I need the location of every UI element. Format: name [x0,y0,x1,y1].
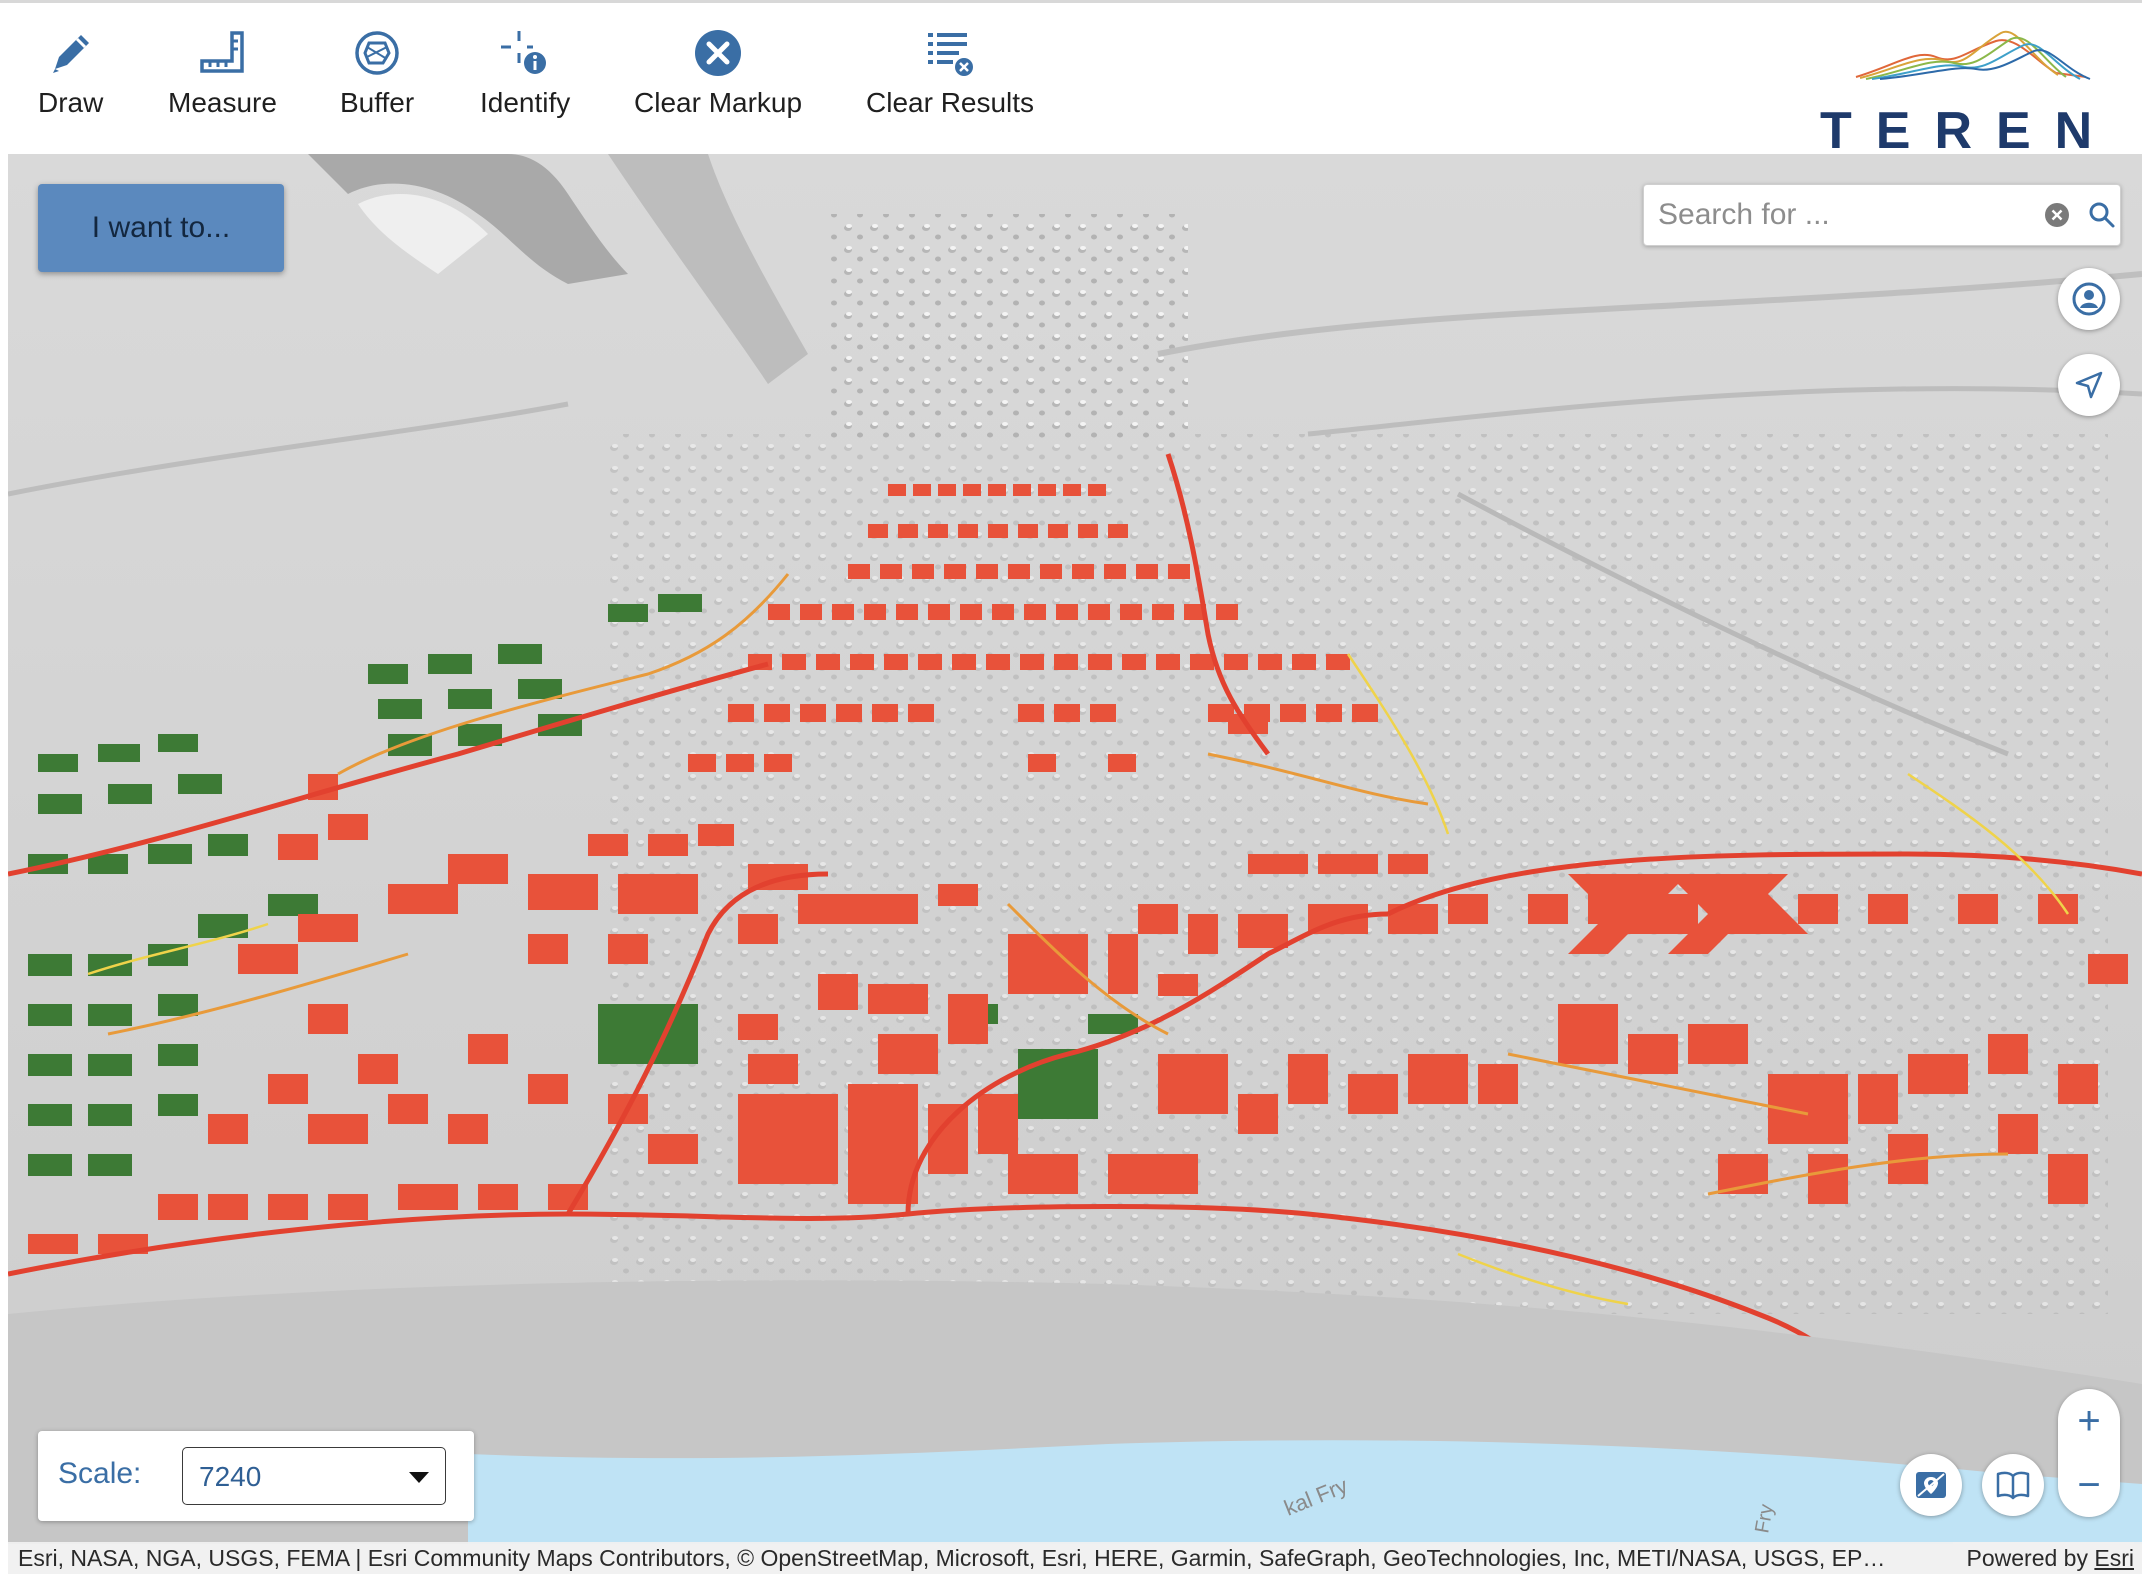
i-want-to-button[interactable]: I want to... [38,184,284,272]
navigate-icon [2075,371,2103,399]
clear-search-icon[interactable] [2044,202,2070,228]
scale-select[interactable]: 7240 [182,1447,446,1505]
attribution-text: Esri, NASA, NGA, USGS, FEMA | Esri Commu… [18,1545,1886,1571]
powered-by: Powered by Esri [1952,1542,2134,1574]
bookmarks-button[interactable] [1982,1454,2044,1516]
identify-icon [495,25,555,81]
draw-tool[interactable]: Draw [38,25,103,119]
pencil-icon [41,25,101,81]
buffer-icon [347,25,407,81]
i-want-to-label: I want to... [91,211,231,244]
identify-tool[interactable]: Identify [480,25,570,119]
user-location-icon [2072,282,2106,316]
clear-results-label: Clear Results [866,87,1035,118]
basemap-button[interactable] [1900,1454,1962,1516]
clear-results-tool[interactable]: Clear Results [866,25,1034,119]
scale-label: Scale: [58,1457,142,1490]
navigate-button[interactable] [2058,354,2120,416]
powered-by-prefix: Powered by [1966,1545,2095,1571]
attribution-bar: Esri, NASA, NGA, USGS, FEMA | Esri Commu… [8,1542,2142,1574]
scale-value: 7240 [199,1461,262,1492]
measure-tool[interactable]: Measure [168,25,277,119]
search-box[interactable] [1643,184,2121,246]
map-scene: kal Fry Fry [8,154,2142,1544]
identify-label: Identify [480,87,571,118]
scale-control: Scale: 7240 [38,1431,474,1521]
logo-mountains-graphic [1855,30,2091,80]
search-input[interactable] [1658,185,2028,245]
zoom-out-button[interactable]: − [2058,1453,2120,1517]
logo-text: TEREN [1820,102,2117,160]
upper-town-texture [828,214,1188,444]
clear-results-icon [920,25,980,81]
measure-label: Measure [168,87,277,118]
clear-markup-label: Clear Markup [634,87,803,118]
chevron-down-icon [409,1472,429,1483]
zoom-in-button[interactable]: + [2058,1389,2120,1453]
bookmark-icon [1996,1471,2030,1500]
buffer-label: Buffer [340,87,415,118]
esri-link[interactable]: Esri [2094,1545,2134,1571]
teren-logo: TEREN [1796,21,2096,160]
buffer-tool[interactable]: Buffer [340,25,414,119]
user-location-button[interactable] [2058,268,2120,330]
clear-markup-icon [688,25,748,81]
map-view[interactable]: kal Fry Fry I want to... Search for ... … [8,154,2142,1544]
toolbar: Draw Measure Buffer Identify Clear Marku… [0,0,2142,160]
ruler-icon [192,25,252,81]
clear-markup-tool[interactable]: Clear Markup [634,25,802,119]
basemap-icon [1916,1472,1946,1498]
search-icon[interactable] [2088,201,2116,229]
draw-label: Draw [38,87,104,118]
zoom-control: + − [2058,1389,2120,1517]
